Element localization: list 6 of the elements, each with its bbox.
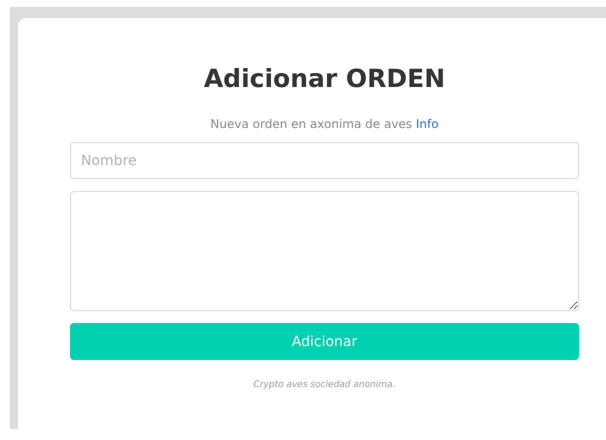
form-subtitle: Nueva orden en axonima de aves Info <box>210 116 439 132</box>
info-link[interactable]: Info <box>416 117 439 131</box>
description-field[interactable] <box>70 191 579 311</box>
footer-text: Crypto aves sociedad anonima. <box>254 380 396 390</box>
name-field[interactable]: Nombre <box>70 142 579 179</box>
form-title: Adicionar ORDEN <box>204 63 446 95</box>
